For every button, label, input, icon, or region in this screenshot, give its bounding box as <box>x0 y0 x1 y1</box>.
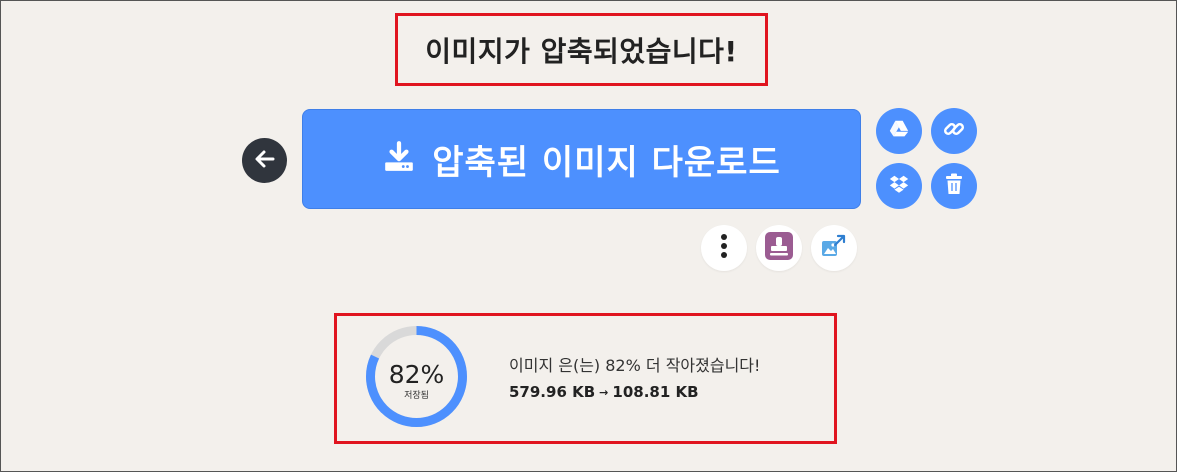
link-icon <box>942 117 966 145</box>
more-options-button[interactable] <box>701 225 747 271</box>
page-title: 이미지가 압축되었습니다! <box>425 34 738 68</box>
watermark-button[interactable] <box>756 225 802 271</box>
result-highlight: 82% 저장됨 이미지 은(는) 82% 더 작아졌습니다! 579.96 KB… <box>334 313 837 444</box>
savings-percent: 82% <box>388 360 445 389</box>
trash-icon <box>944 173 964 199</box>
title-highlight: 이미지가 압축되었습니다! <box>395 13 768 86</box>
compressed-size: 108.81 KB <box>612 383 699 401</box>
result-message: 이미지 은(는) 82% 더 작아졌습니다! <box>509 356 761 375</box>
download-button-label: 압축된 이미지 다운로드 <box>432 142 781 183</box>
more-vertical-icon <box>720 233 728 263</box>
dropbox-button[interactable] <box>876 163 922 209</box>
copy-link-button[interactable] <box>931 108 977 154</box>
delete-button[interactable] <box>931 163 977 209</box>
arrow-left-icon <box>253 147 277 175</box>
stamp-icon <box>765 232 793 264</box>
dropbox-icon <box>888 173 910 199</box>
size-comparison: 579.96 KB → 108.81 KB <box>509 383 699 401</box>
google-drive-button[interactable] <box>876 108 922 154</box>
download-button[interactable]: 압축된 이미지 다운로드 <box>302 109 861 209</box>
original-size: 579.96 KB <box>509 383 596 401</box>
download-tray-icon <box>382 140 416 178</box>
resize-image-icon <box>821 233 847 263</box>
size-arrow: → <box>599 385 609 399</box>
google-drive-icon <box>888 118 910 144</box>
savings-label: 저장됨 <box>404 391 429 401</box>
resize-image-button[interactable] <box>811 225 857 271</box>
back-button[interactable] <box>242 138 287 183</box>
